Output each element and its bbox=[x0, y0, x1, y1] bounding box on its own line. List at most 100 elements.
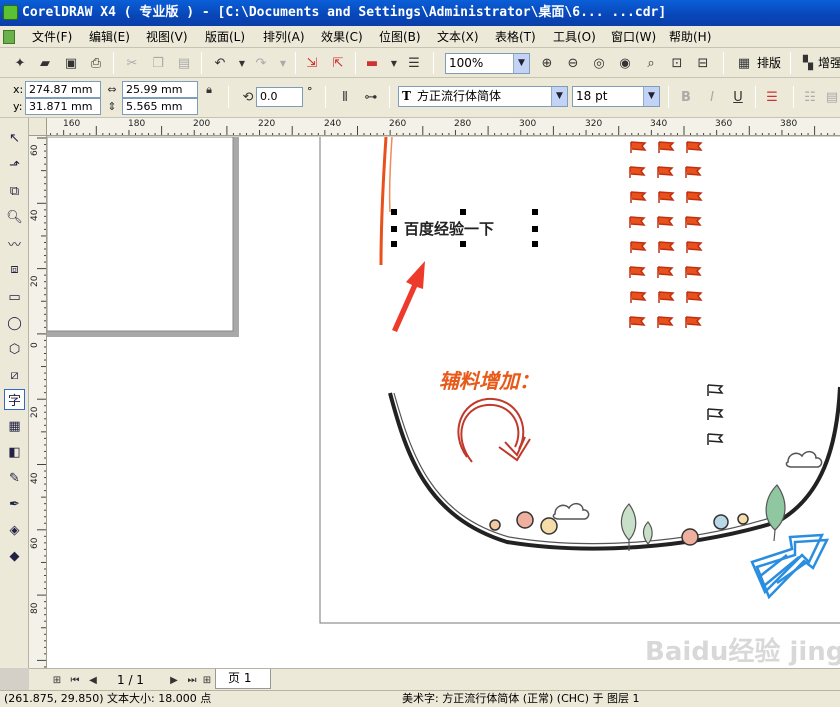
shape-tool-icon[interactable]: ⬏ bbox=[4, 155, 25, 176]
welcome-screen-icon[interactable]: ☰ bbox=[404, 53, 424, 73]
underline-icon[interactable]: U bbox=[728, 87, 748, 107]
open-folder-icon[interactable]: ▰ bbox=[35, 53, 55, 73]
interactive-blend-tool-icon[interactable]: ◧ bbox=[4, 442, 25, 463]
eyedropper-tool-icon[interactable]: ✎ bbox=[4, 468, 25, 489]
menu-arrange[interactable]: 排列(A) bbox=[263, 29, 305, 45]
bullet-list-icon[interactable]: ☷ bbox=[800, 87, 820, 107]
first-page-icon[interactable]: ⏮ bbox=[65, 670, 85, 690]
fill-tool-icon[interactable]: ◈ bbox=[4, 520, 25, 541]
font-list-combo[interactable]: T 方正流行体简体 ▼ bbox=[398, 86, 568, 107]
undo-icon[interactable]: ↶ bbox=[210, 53, 230, 73]
zoom-level-combo[interactable]: 100% ▼ bbox=[445, 53, 530, 74]
alignment-icon[interactable]: ☰ bbox=[762, 87, 782, 107]
redo-dropdown-icon[interactable]: ▼ bbox=[273, 53, 293, 73]
zoom-selected-icon[interactable]: ◎ bbox=[589, 53, 609, 73]
zoom-tool-icon[interactable]: 🔍︎ bbox=[4, 207, 25, 228]
paste-icon[interactable]: ▤ bbox=[174, 53, 194, 73]
mirror-vertical-icon[interactable]: ⊶ bbox=[361, 87, 381, 107]
document-icon[interactable] bbox=[3, 30, 15, 44]
app-icon[interactable] bbox=[3, 5, 18, 20]
layout-icon[interactable]: ▦ bbox=[734, 53, 754, 73]
rotation-field[interactable]: 0.0 bbox=[256, 87, 303, 107]
launcher-dropdown-icon[interactable]: ▼ bbox=[384, 53, 404, 73]
next-page-icon[interactable]: ▶ bbox=[164, 670, 184, 690]
flag-icon bbox=[630, 241, 647, 253]
ellipse-tool-icon[interactable]: ◯ bbox=[4, 313, 25, 334]
undo-dropdown-icon[interactable]: ▼ bbox=[232, 53, 252, 73]
selected-text-object[interactable]: 百度经验一下 bbox=[404, 220, 494, 238]
lock-ratio-icon[interactable]: 🔒︎ bbox=[200, 81, 218, 99]
vertical-ruler[interactable]: 60 40 20 0 20 40 60 80 bbox=[29, 136, 47, 668]
chevron-down-icon[interactable]: ▼ bbox=[551, 87, 567, 106]
font-size-combo[interactable]: 18 pt ▼ bbox=[572, 86, 660, 107]
pick-tool-icon[interactable]: ↖ bbox=[4, 128, 25, 149]
menu-file[interactable]: 文件(F) bbox=[32, 29, 72, 45]
menu-view[interactable]: 视图(V) bbox=[146, 29, 188, 45]
zoom-page-width-icon[interactable]: ⊡ bbox=[667, 53, 687, 73]
chevron-down-icon[interactable]: ▼ bbox=[513, 54, 529, 73]
y-position-field[interactable]: 31.871 mm bbox=[25, 98, 101, 115]
flag-icon bbox=[707, 384, 724, 396]
zoom-all-objects-icon[interactable]: ◉ bbox=[615, 53, 635, 73]
zoom-page-height-icon[interactable]: ⊟ bbox=[693, 53, 713, 73]
bold-icon[interactable]: B bbox=[676, 87, 696, 107]
y-label: y: bbox=[13, 100, 23, 113]
menu-tools[interactable]: 工具(O) bbox=[553, 29, 596, 45]
zoom-page-icon[interactable]: ⌕ bbox=[641, 53, 661, 73]
freehand-tool-icon[interactable]: 〰 bbox=[4, 233, 25, 254]
drop-cap-icon[interactable]: ▤ bbox=[822, 87, 840, 107]
menu-text[interactable]: 文本(X) bbox=[437, 29, 479, 45]
height-field[interactable]: 5.565 mm bbox=[122, 98, 198, 115]
ruler-h-label: 320 bbox=[585, 119, 603, 129]
application-launcher-icon[interactable]: ▬ bbox=[362, 53, 382, 73]
text-tool-icon[interactable]: 字 bbox=[4, 389, 25, 410]
chevron-down-icon[interactable]: ▼ bbox=[643, 87, 659, 106]
interactive-fill-tool-icon[interactable]: ◆ bbox=[4, 546, 25, 567]
ruler-origin-corner[interactable] bbox=[29, 118, 47, 136]
zoom-out-icon[interactable]: ⊖ bbox=[563, 53, 583, 73]
crop-tool-icon[interactable]: ⧉ bbox=[4, 181, 25, 202]
cut-icon[interactable]: ✂ bbox=[122, 53, 142, 73]
import-icon[interactable]: ⇲ bbox=[302, 53, 322, 73]
cursor-status: (261.875, 29.850) 文本大小: 18.000 点 bbox=[4, 692, 212, 705]
italic-icon[interactable]: I bbox=[702, 87, 722, 107]
save-icon[interactable]: ▣ bbox=[61, 53, 81, 73]
blue-arrow-doodle bbox=[750, 533, 830, 600]
previous-page-icon[interactable]: ◀ bbox=[83, 670, 103, 690]
zoom-in-icon[interactable]: ⊕ bbox=[537, 53, 557, 73]
page-tab[interactable]: 页 1 bbox=[215, 669, 271, 689]
x-position-field[interactable]: 274.87 mm bbox=[25, 81, 101, 98]
export-icon[interactable]: ⇱ bbox=[328, 53, 348, 73]
drawing-canvas[interactable]: 百度经验一下 辅料增加： Baidu经验 jing bbox=[47, 137, 840, 668]
add-page-after-icon[interactable]: ⊞ bbox=[197, 670, 217, 690]
enhance-icon[interactable]: ▚ bbox=[798, 53, 818, 73]
basic-shapes-tool-icon[interactable]: ⧄ bbox=[4, 365, 25, 386]
menu-edit[interactable]: 编辑(E) bbox=[89, 29, 130, 45]
outline-tool-icon[interactable]: ✒ bbox=[4, 494, 25, 515]
flag-icons-grid bbox=[629, 141, 703, 328]
menu-help[interactable]: 帮助(H) bbox=[669, 29, 711, 45]
polygon-tool-icon[interactable]: ⬡ bbox=[4, 339, 25, 360]
add-page-before-icon[interactable]: ⊞ bbox=[47, 670, 67, 690]
leaf-stem bbox=[773, 529, 776, 542]
enhance-button[interactable]: 增强 bbox=[818, 53, 840, 73]
heading-text[interactable]: 辅料增加： bbox=[439, 369, 539, 393]
menu-table[interactable]: 表格(T) bbox=[495, 29, 536, 45]
menu-bitmaps[interactable]: 位图(B) bbox=[379, 29, 421, 45]
menu-effects[interactable]: 效果(C) bbox=[321, 29, 363, 45]
print-icon[interactable]: ⎙ bbox=[86, 53, 106, 73]
mirror-horizontal-icon[interactable]: ⫴ bbox=[335, 87, 355, 107]
new-document-icon[interactable]: ✦ bbox=[10, 53, 30, 73]
width-field[interactable]: 25.99 mm bbox=[122, 81, 198, 98]
horizontal-ruler[interactable]: 160 180 200 220 240 260 280 300 320 340 … bbox=[29, 118, 840, 136]
redo-icon[interactable]: ↷ bbox=[251, 53, 271, 73]
red-arrow bbox=[392, 261, 425, 332]
menu-window[interactable]: 窗口(W) bbox=[611, 29, 656, 45]
smart-fill-tool-icon[interactable]: ⧈ bbox=[4, 259, 25, 280]
layout-button[interactable]: 排版 bbox=[757, 53, 781, 73]
copy-icon[interactable]: ❐ bbox=[148, 53, 168, 73]
table-tool-icon[interactable]: ▦ bbox=[4, 416, 25, 437]
rectangle-tool-icon[interactable]: ▭ bbox=[4, 287, 25, 308]
menu-layout[interactable]: 版面(L) bbox=[205, 29, 245, 45]
left-page[interactable] bbox=[47, 137, 234, 332]
